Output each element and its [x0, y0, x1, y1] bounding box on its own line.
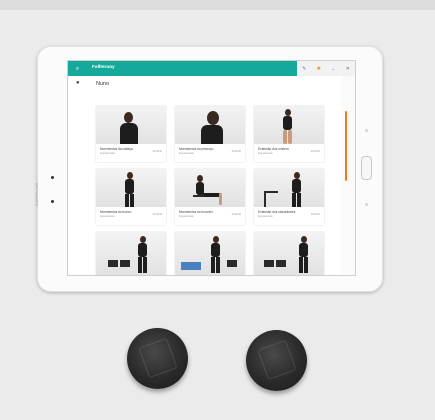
app-bar: ≡ Fallteraoy ✎ ✺ ⌄ ✕	[68, 61, 355, 76]
home-button[interactable]	[361, 156, 372, 180]
close-icon[interactable]: ✕	[346, 66, 350, 72]
exercise-thumbnail	[96, 169, 166, 207]
exercise-card[interactable]: Movimentos da cabeça Exposicionais 00:00…	[96, 106, 166, 162]
rotary-knob-right	[246, 330, 307, 391]
exercise-thumbnail	[96, 106, 166, 144]
exercise-card[interactable]	[175, 232, 245, 275]
user-name: Nuno	[96, 81, 110, 87]
app-bar-actions: ✎ ✺ ⌄ ✕	[297, 61, 355, 76]
exercise-card[interactable]: Movimentos do tronco Exposicionais 00:00…	[96, 169, 166, 225]
person-icon: ●	[76, 80, 80, 86]
tablet-device: SAMSUNG ≡ Fallteraoy ✎ ✺ ⌄ ✕ ● Nuno Movi…	[34, 46, 383, 292]
right-gutter	[341, 76, 355, 275]
exercise-thumbnail	[254, 106, 324, 144]
exercise-card[interactable]: Movimentos do pescoço Exposicionais 00:0…	[175, 106, 245, 162]
exercise-duration: 00:00:00	[152, 213, 162, 216]
exercise-thumbnail	[96, 232, 166, 275]
hamburger-menu-icon[interactable]: ≡	[76, 66, 79, 72]
exercise-card[interactable]	[254, 232, 324, 275]
recent-apps-key[interactable]	[365, 129, 368, 132]
gear-icon[interactable]: ✺	[317, 66, 321, 72]
rotary-knob-left	[127, 328, 188, 389]
exercise-duration: 00:00:00	[152, 150, 162, 153]
user-bar: ● Nuno	[68, 76, 355, 94]
exercise-duration: 00:00:00	[310, 150, 320, 153]
background-strip	[0, 0, 435, 10]
app-title: Fallteraoy	[92, 65, 115, 70]
exercise-card[interactable]: Movimentos do tronzelo Exposicionais 00:…	[175, 169, 245, 225]
exercise-thumbnail	[175, 106, 245, 144]
scrollbar[interactable]	[345, 111, 347, 181]
exercise-duration: 00:00:00	[310, 213, 320, 216]
back-key[interactable]	[365, 203, 368, 206]
exercise-thumbnail	[175, 169, 245, 207]
camera-dot	[51, 176, 54, 179]
exercise-thumbnail	[254, 232, 324, 275]
exercise-thumbnail	[254, 169, 324, 207]
exercise-duration: 00:00:00	[231, 150, 241, 153]
device-brand-logo: SAMSUNG	[34, 182, 39, 206]
exercise-card[interactable]: Extensão dos calcanhares Exposicionais 0…	[254, 169, 324, 225]
pencil-icon[interactable]: ✎	[302, 66, 306, 72]
exercise-card[interactable]	[96, 232, 166, 275]
sensor-dot	[51, 200, 54, 203]
exercise-thumbnail	[175, 232, 245, 275]
tablet-screen: ≡ Fallteraoy ✎ ✺ ⌄ ✕ ● Nuno Movimentos d…	[67, 60, 356, 276]
exercise-card[interactable]: Extensão dos ombros Exposicionais 00:00:…	[254, 106, 324, 162]
exercise-duration: 00:00:00	[231, 213, 241, 216]
chevron-down-icon[interactable]: ⌄	[331, 66, 335, 72]
